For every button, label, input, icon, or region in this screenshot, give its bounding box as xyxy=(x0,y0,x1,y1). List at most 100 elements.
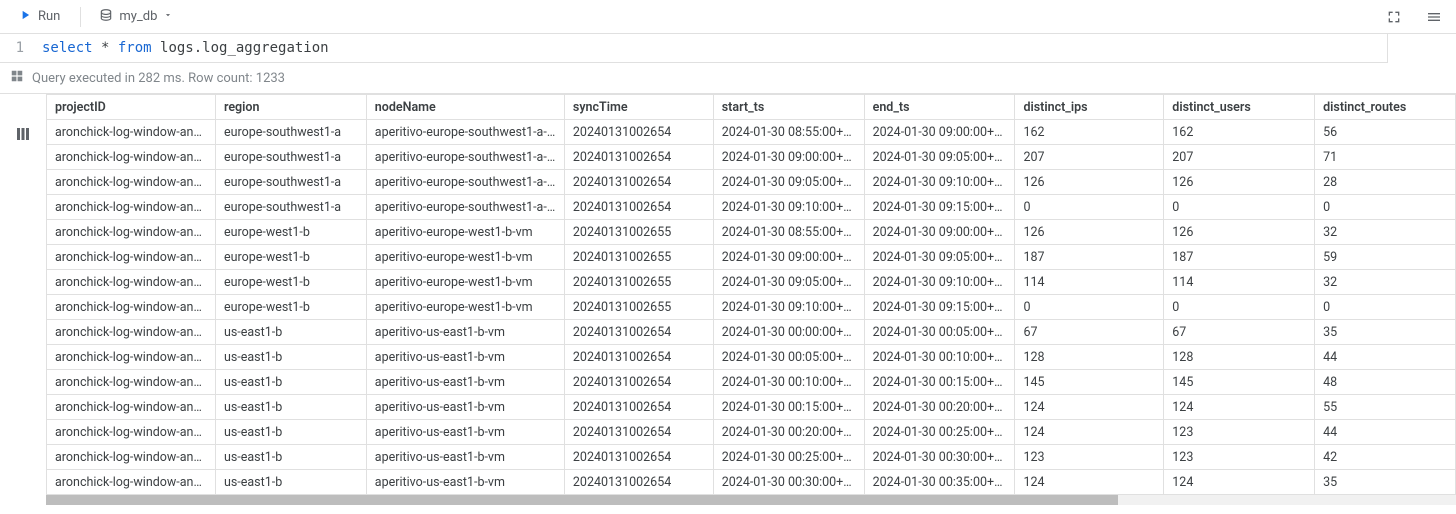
table-cell[interactable]: 2024-01-30 00:05:00+00 xyxy=(864,320,1015,345)
table-row[interactable]: aronchick-log-window-analysiseurope-sout… xyxy=(47,195,1456,220)
table-cell[interactable]: europe-west1-b xyxy=(215,295,366,320)
table-row[interactable]: aronchick-log-window-analysisus-east1-ba… xyxy=(47,345,1456,370)
table-cell[interactable]: 42 xyxy=(1315,445,1456,470)
table-cell[interactable]: aperitivo-europe-southwest1-a-vm xyxy=(366,170,564,195)
table-row[interactable]: aronchick-log-window-analysiseurope-west… xyxy=(47,220,1456,245)
table-cell[interactable]: europe-west1-b xyxy=(215,270,366,295)
table-cell[interactable]: 2024-01-30 00:30:00+00 xyxy=(864,445,1015,470)
table-cell[interactable]: 2024-01-30 00:10:00+00 xyxy=(713,370,864,395)
table-cell[interactable]: 2024-01-30 00:15:00+00 xyxy=(713,395,864,420)
table-cell[interactable]: 20240131002655 xyxy=(564,295,713,320)
table-cell[interactable]: aperitivo-europe-west1-b-vm xyxy=(366,295,564,320)
scrollbar-thumb[interactable] xyxy=(46,495,1118,505)
table-cell[interactable]: 20240131002654 xyxy=(564,420,713,445)
table-cell[interactable]: 126 xyxy=(1164,220,1315,245)
table-cell[interactable]: aronchick-log-window-analysis xyxy=(47,470,216,495)
table-cell[interactable]: 124 xyxy=(1015,420,1164,445)
table-row[interactable]: aronchick-log-window-analysiseurope-sout… xyxy=(47,120,1456,145)
table-cell[interactable]: 2024-01-30 09:00:00+00 xyxy=(713,145,864,170)
table-cell[interactable]: 0 xyxy=(1015,195,1164,220)
table-cell[interactable]: 124 xyxy=(1015,470,1164,495)
table-cell[interactable]: 32 xyxy=(1315,220,1456,245)
table-cell[interactable]: 2024-01-30 00:20:00+00 xyxy=(864,395,1015,420)
table-cell[interactable]: europe-southwest1-a xyxy=(215,120,366,145)
table-cell[interactable]: us-east1-b xyxy=(215,445,366,470)
table-cell[interactable]: 126 xyxy=(1164,170,1315,195)
table-cell[interactable]: 207 xyxy=(1015,145,1164,170)
table-cell[interactable]: 2024-01-30 00:30:00+00 xyxy=(713,470,864,495)
table-row[interactable]: aronchick-log-window-analysiseurope-sout… xyxy=(47,145,1456,170)
column-header[interactable]: region xyxy=(215,95,366,120)
table-cell[interactable]: europe-southwest1-a xyxy=(215,195,366,220)
table-cell[interactable]: aronchick-log-window-analysis xyxy=(47,370,216,395)
table-cell[interactable]: 44 xyxy=(1315,345,1456,370)
table-cell[interactable]: aronchick-log-window-analysis xyxy=(47,320,216,345)
table-cell[interactable]: 20240131002654 xyxy=(564,345,713,370)
table-cell[interactable]: aperitivo-europe-southwest1-a-vm xyxy=(366,145,564,170)
database-selector[interactable]: my_db xyxy=(91,4,181,30)
table-cell[interactable]: aperitivo-us-east1-b-vm xyxy=(366,445,564,470)
table-cell[interactable]: 0 xyxy=(1015,295,1164,320)
table-cell[interactable]: us-east1-b xyxy=(215,395,366,420)
table-cell[interactable]: 20240131002654 xyxy=(564,395,713,420)
table-cell[interactable]: aronchick-log-window-analysis xyxy=(47,295,216,320)
table-cell[interactable]: 2024-01-30 00:10:00+00 xyxy=(864,345,1015,370)
table-cell[interactable]: 145 xyxy=(1164,370,1315,395)
table-cell[interactable]: europe-west1-b xyxy=(215,220,366,245)
table-cell[interactable]: 20240131002654 xyxy=(564,170,713,195)
fullscreen-button[interactable] xyxy=(1380,3,1408,31)
table-cell[interactable]: 187 xyxy=(1164,245,1315,270)
table-cell[interactable]: 128 xyxy=(1164,345,1315,370)
table-cell[interactable]: aronchick-log-window-analysis xyxy=(47,420,216,445)
table-cell[interactable]: 20240131002655 xyxy=(564,270,713,295)
table-cell[interactable]: 20240131002654 xyxy=(564,120,713,145)
table-cell[interactable]: 2024-01-30 09:10:00+00 xyxy=(713,295,864,320)
table-cell[interactable]: us-east1-b xyxy=(215,320,366,345)
column-header[interactable]: start_ts xyxy=(713,95,864,120)
table-cell[interactable]: 2024-01-30 09:10:00+00 xyxy=(864,170,1015,195)
table-cell[interactable]: 123 xyxy=(1015,445,1164,470)
table-cell[interactable]: 67 xyxy=(1015,320,1164,345)
table-cell[interactable]: aperitivo-us-east1-b-vm xyxy=(366,395,564,420)
table-cell[interactable]: us-east1-b xyxy=(215,420,366,445)
table-cell[interactable]: 2024-01-30 09:05:00+00 xyxy=(864,245,1015,270)
column-header[interactable]: end_ts xyxy=(864,95,1015,120)
table-cell[interactable]: aronchick-log-window-analysis xyxy=(47,395,216,420)
run-button[interactable]: Run xyxy=(8,4,70,30)
table-cell[interactable]: 2024-01-30 09:15:00+00 xyxy=(864,295,1015,320)
table-cell[interactable]: 35 xyxy=(1315,470,1456,495)
table-cell[interactable]: 128 xyxy=(1015,345,1164,370)
table-cell[interactable]: 162 xyxy=(1015,120,1164,145)
table-cell[interactable]: aperitivo-us-east1-b-vm xyxy=(366,345,564,370)
table-cell[interactable]: aronchick-log-window-analysis xyxy=(47,145,216,170)
table-cell[interactable]: aronchick-log-window-analysis xyxy=(47,270,216,295)
table-cell[interactable]: aperitivo-us-east1-b-vm xyxy=(366,370,564,395)
table-cell[interactable]: us-east1-b xyxy=(215,370,366,395)
table-cell[interactable]: 20240131002655 xyxy=(564,245,713,270)
table-cell[interactable]: 44 xyxy=(1315,420,1456,445)
table-cell[interactable]: aperitivo-us-east1-b-vm xyxy=(366,320,564,345)
horizontal-scrollbar[interactable] xyxy=(46,495,1456,505)
column-header[interactable]: distinct_ips xyxy=(1015,95,1164,120)
table-cell[interactable]: aronchick-log-window-analysis xyxy=(47,245,216,270)
table-row[interactable]: aronchick-log-window-analysiseurope-west… xyxy=(47,245,1456,270)
table-cell[interactable]: 0 xyxy=(1315,195,1456,220)
table-cell[interactable]: 2024-01-30 00:00:00+00 xyxy=(713,320,864,345)
table-row[interactable]: aronchick-log-window-analysisus-east1-ba… xyxy=(47,370,1456,395)
column-header[interactable]: distinct_users xyxy=(1164,95,1315,120)
table-row[interactable]: aronchick-log-window-analysiseurope-west… xyxy=(47,295,1456,320)
table-cell[interactable]: 20240131002654 xyxy=(564,145,713,170)
table-cell[interactable]: 2024-01-30 00:05:00+00 xyxy=(713,345,864,370)
table-cell[interactable]: aperitivo-europe-southwest1-a-vm xyxy=(366,195,564,220)
table-cell[interactable]: aronchick-log-window-analysis xyxy=(47,220,216,245)
table-row[interactable]: aronchick-log-window-analysisus-east1-ba… xyxy=(47,445,1456,470)
table-cell[interactable]: 0 xyxy=(1164,295,1315,320)
table-cell[interactable]: 56 xyxy=(1315,120,1456,145)
table-row[interactable]: aronchick-log-window-analysisus-east1-ba… xyxy=(47,395,1456,420)
table-cell[interactable]: 207 xyxy=(1164,145,1315,170)
table-cell[interactable]: 2024-01-30 09:00:00+00 xyxy=(864,220,1015,245)
table-cell[interactable]: 59 xyxy=(1315,245,1456,270)
table-cell[interactable]: 2024-01-30 09:10:00+00 xyxy=(864,270,1015,295)
column-header[interactable]: projectID xyxy=(47,95,216,120)
table-cell[interactable]: 114 xyxy=(1164,270,1315,295)
